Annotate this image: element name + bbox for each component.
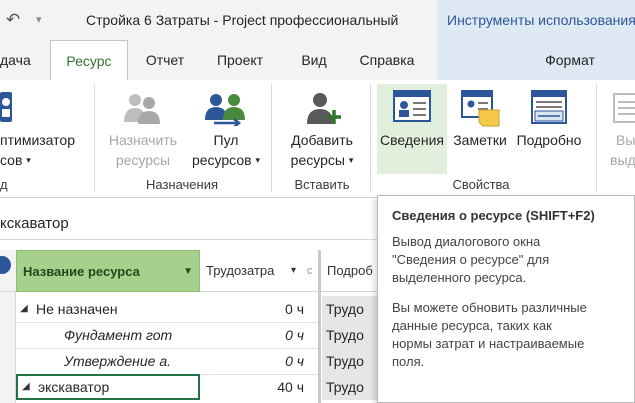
insert-group-label: Вставить xyxy=(294,177,350,192)
leveling-group-label: д xyxy=(0,177,8,192)
detail-cell: Трудо xyxy=(322,322,381,348)
entry-bar-value: кскаватор xyxy=(0,215,69,232)
contextual-tools-label: Инструменты использования xyxy=(447,12,635,28)
assignments-group-label: Назначения xyxy=(145,177,219,192)
properties-group-label: Свойства xyxy=(452,177,510,192)
resource-work: 40 ч xyxy=(277,379,304,395)
tab-resource[interactable]: Ресурс xyxy=(50,40,128,81)
tab-view[interactable]: Вид xyxy=(294,40,334,80)
leveling-icon xyxy=(0,92,12,122)
assignment-work: 0 ч xyxy=(285,327,304,343)
tab-project[interactable]: Проект xyxy=(209,40,271,80)
group-divider xyxy=(370,84,371,192)
assignment-name: Фундамент гот xyxy=(64,327,173,343)
notes-icon xyxy=(461,90,500,127)
table-row-selected[interactable]: ◢ экскаватор 40 ч xyxy=(16,374,318,400)
undo-icon[interactable]: ↶ xyxy=(6,0,20,40)
tab-help[interactable]: Справка xyxy=(350,40,424,80)
level-selection-icon xyxy=(613,93,635,123)
details-label: Подробно xyxy=(516,132,582,148)
row-header-column[interactable] xyxy=(0,292,16,403)
details-button[interactable]: Подробно xyxy=(513,88,585,172)
add-label-1: Добавить xyxy=(291,132,353,148)
leveling-label-2: сов ▾ xyxy=(0,152,31,168)
resource-name: Не назначен xyxy=(36,301,118,317)
tab-report[interactable]: Отчет xyxy=(137,40,193,80)
column-header-name-label: Название ресурса xyxy=(23,264,140,279)
assignment-work: 0 ч xyxy=(285,353,304,369)
column-header-details[interactable]: Подроб xyxy=(321,250,381,292)
tooltip-title: Сведения о ресурсе (SHIFT+F2) xyxy=(392,208,595,223)
group-divider xyxy=(596,84,597,192)
column-header-work-label: Трудозатра xyxy=(206,263,275,278)
resource-pool-button[interactable]: Пул ресурсов ▾ xyxy=(188,88,264,172)
group-divider xyxy=(271,84,272,192)
level-label-1: Вы xyxy=(616,132,635,148)
information-icon xyxy=(393,90,431,122)
window-title: Стройка 6 Затраты - Project профессионал… xyxy=(86,12,399,28)
assign-label-1: Назначить xyxy=(108,132,178,148)
assignment-name: Утверждение а. xyxy=(64,353,172,369)
pool-label-1: Пул xyxy=(213,132,239,148)
add-label-2: ресурсы ▾ xyxy=(290,152,354,168)
tooltip-text: нормы затрат и настраиваемые xyxy=(392,336,585,351)
table-row[interactable]: ◢ Не назначен 0 ч xyxy=(16,296,318,322)
detail-cell: Трудо xyxy=(322,374,381,400)
resource-pool-icon xyxy=(205,94,245,126)
notes-button[interactable]: Заметки xyxy=(447,88,513,172)
resource-name: экскаватор xyxy=(38,379,110,395)
tooltip-text: поля. xyxy=(392,354,425,369)
table-row[interactable]: Фундамент гот 0 ч xyxy=(16,322,318,348)
column-filter-icon[interactable]: ▾ xyxy=(291,250,296,291)
add-resources-button[interactable]: Добавить ресурсы ▾ xyxy=(278,88,366,172)
level-selection-button[interactable]: Вы выд xyxy=(602,88,635,172)
quick-access-dropdown-icon[interactable]: ▾ xyxy=(36,0,42,40)
column-filter-icon[interactable]: ▼ xyxy=(183,251,193,291)
collapse-icon[interactable]: ◢ xyxy=(22,374,30,400)
add-person-icon xyxy=(307,93,341,124)
column-header-name[interactable]: Название ресурса ▼ xyxy=(16,250,200,292)
assign-people-icon xyxy=(124,94,160,124)
tab-format[interactable]: Формат xyxy=(530,40,610,80)
detail-cell: Трудо xyxy=(322,296,381,322)
tooltip-text: выделенного ресурса. xyxy=(392,270,527,285)
tooltip-text: "Сведения о ресурсе" для xyxy=(392,252,550,267)
information-label: Сведения xyxy=(380,132,444,148)
notes-label: Заметки xyxy=(453,132,507,148)
tooltip: Сведения о ресурсе (SHIFT+F2) Вывод диал… xyxy=(377,195,635,403)
pool-label-2: ресурсов ▾ xyxy=(191,152,260,168)
leveling-button[interactable]: птимизатор сов ▾ xyxy=(0,88,80,172)
add-column-header[interactable]: c xyxy=(304,250,318,292)
assign-label-2: ресурсы xyxy=(115,152,171,168)
assign-resources-button[interactable]: Назначить ресурсы xyxy=(100,88,186,172)
tooltip-text: данные ресурса, таких как xyxy=(392,318,552,333)
leveling-label-1: птимизатор xyxy=(0,132,75,148)
resource-work: 0 ч xyxy=(285,301,304,317)
tooltip-text: Вывод диалогового окна xyxy=(392,234,541,249)
tab-task[interactable]: дача xyxy=(0,40,40,80)
column-header-work[interactable]: Трудозатра ▾ xyxy=(200,250,304,292)
collapse-icon[interactable]: ◢ xyxy=(20,296,28,322)
group-divider xyxy=(94,84,95,192)
table-row[interactable]: Утверждение а. 0 ч xyxy=(16,348,318,374)
information-button[interactable]: Сведения xyxy=(377,84,447,174)
tooltip-text: Вы можете обновить различные xyxy=(392,300,587,315)
level-label-2: выд xyxy=(610,152,635,168)
detail-cell: Трудо xyxy=(322,348,381,374)
details-icon xyxy=(531,90,567,124)
